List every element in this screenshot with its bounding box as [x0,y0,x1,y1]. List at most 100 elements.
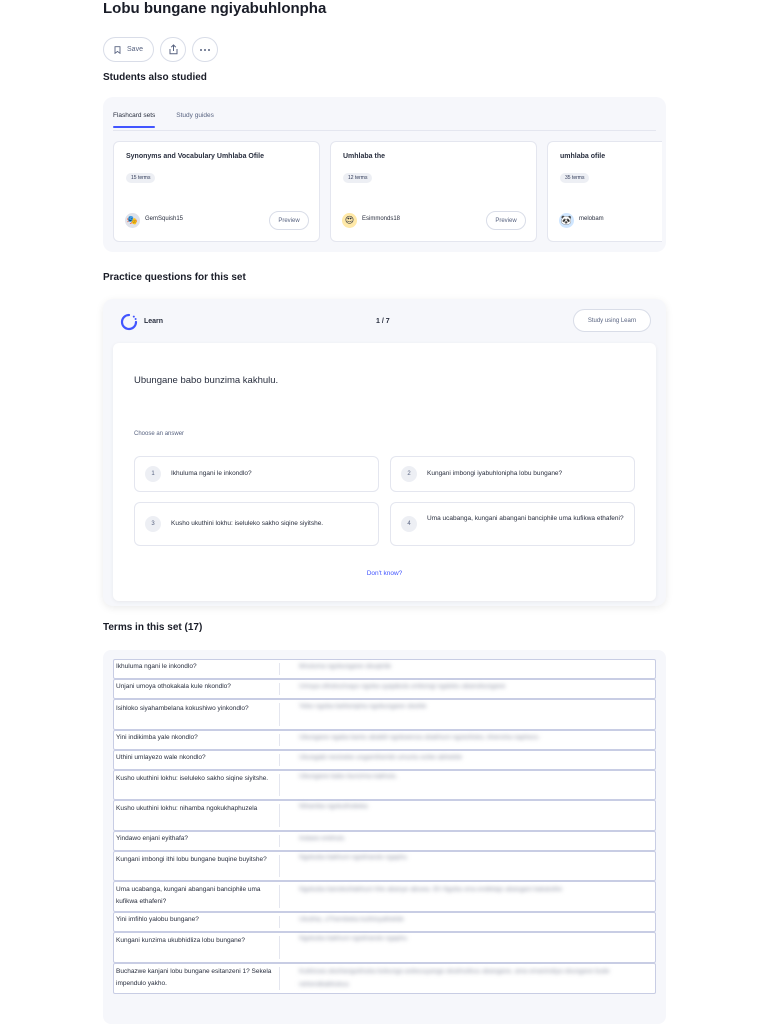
definition-text: Umoya othokozisayo ngoba uyajabula umbon… [299,683,506,690]
term-divider [279,967,280,990]
set-actions: Save [103,37,218,62]
term-text: Ikhuluma ngani le inkondlo? [116,663,197,670]
term-divider [279,663,280,675]
set-card[interactable]: Umhlaba the 12 terms 😍 Esimmonds18 Previ… [330,141,537,242]
term-text: Uthini umlayezo wale nkondlo? [116,754,206,761]
answer-option[interactable]: 4 Uma ucabanga, kungani abangani banciph… [390,502,635,546]
terms-count-badge: 35 terms [560,173,590,183]
dont-know-link[interactable]: Don't know? [113,570,656,577]
practice-questions-heading: Practice questions for this set [103,272,246,283]
term-divider [279,774,280,796]
term-text: Isihloko siyahambelana kokushiwo yinkond… [116,705,249,712]
term-row: Uma ucabanga, kungani abangani banciphil… [113,881,656,912]
term-row: Buchazwe kanjani lobu bungane esitanzeni… [113,963,656,994]
term-divider [279,703,280,726]
term-divider [279,754,280,766]
term-row: Kungani imbongi ithi lobu bungane buqine… [113,851,656,881]
term-text: Unjani umoya othokakala kule nkondlo? [116,683,231,690]
term-divider [279,916,280,928]
term-divider [279,835,280,847]
definition-text: Ngokuba bakhuni ngokhando ngaphu [299,935,408,942]
set-card[interactable]: Synonyms and Vocabulary Umhlaba Ofile 15… [113,141,320,242]
students-also-studied-panel: Flashcard sets Study guides Synonyms and… [103,97,666,252]
set-card-title: umhlaba ofile [560,153,606,160]
terms-heading: Terms in this set (17) [103,622,203,633]
answer-option[interactable]: 3 Kusho ukuthini lokhu: iseluleko sakho … [134,502,379,546]
set-card-row: Synonyms and Vocabulary Umhlaba Ofile 15… [113,141,662,242]
answer-text: Kungani imbongi iyabuhlonipha lobu bunga… [427,470,563,477]
term-row: Uthini umlayezo wale nkondlo? Ukungabi n… [113,750,656,770]
definition-text: Indawo enkhulu [299,835,345,842]
term-text: Kungani kunzima ukubhidliza lobu bungane… [116,937,246,944]
term-text: Kusho ukuthini lokhu: iseluleko sakho si… [116,775,269,782]
term-text: Yini imfihlo yalobu bungane? [116,916,199,923]
definition-text: Ngokuba bakhuni ngokhando ngaphu [299,854,408,861]
terms-count-badge: 12 terms [343,173,373,183]
term-row: Yini indikimba yale nkondlo? Ubungane ng… [113,730,656,750]
more-button[interactable] [192,37,218,62]
definition-text: Kubhcwa ubuhlangukhuba bobunga asilwuuya… [299,968,610,988]
practice-panel: Learn 1 / 7 Study using Learn Ubungane b… [103,299,666,606]
term-row: Kusho ukuthini lokhu: nihamba ngokukhaph… [113,800,656,831]
save-button[interactable]: Save [103,37,154,62]
more-icon [200,48,210,51]
definition-text: Ubungane babo bunzima kakhulu. [299,773,398,780]
answer-text: Ikhuluma ngani le inkondlo? [171,470,252,477]
author-name[interactable]: GemSquish15 [145,216,183,222]
answer-number: 1 [145,466,161,482]
term-row: Ikhuluma ngani le inkondlo? Ikhuluma ngo… [113,659,656,679]
share-button[interactable] [160,37,186,62]
term-divider [279,885,280,908]
study-using-learn-button[interactable]: Study using Learn [573,309,651,332]
students-also-studied-heading: Students also studied [103,72,207,83]
term-row: Isihloko siyahambelana kokushiwo yinkond… [113,699,656,730]
definition-text: Ukungabi nesineke ungamthembi umuntu ezi… [299,754,462,761]
preview-button[interactable]: Preview [486,211,526,230]
term-text: Buchazwe kanjani lobu bungane esitanzeni… [116,968,272,987]
term-text: Yini indikimba yale nkondlo? [116,734,198,741]
set-card[interactable]: umhlaba ofile 35 terms 🐼 melobam [547,141,662,242]
answer-number: 3 [145,516,161,532]
term-row: Yindawo enjani eyithafa? Indawo enkhulu [113,831,656,851]
definition-text: Ukuthia, uThembeka kuthinyathekile [299,916,404,923]
term-row: Kungani kunzima ukubhidliza lobu bungane… [113,932,656,963]
term-divider [279,936,280,959]
answer-option[interactable]: 1 Ikhuluma ngani le inkondlo? [134,456,379,492]
definition-text: Ikhuluma ngobungane obuqinile [299,663,392,670]
save-label: Save [127,46,143,53]
learn-icon [120,313,138,331]
avatar: 🐼 [559,213,574,228]
answer-text: Kusho ukuthini lokhu: iseluleko sakho si… [171,520,324,527]
studied-tabs: Flashcard sets Study guides [113,112,214,128]
term-row: Kusho ukuthini lokhu: iseluleko sakho si… [113,770,656,800]
term-text: Kusho ukuthini lokhu: nihamba ngokukhaph… [116,805,258,812]
preview-button[interactable]: Preview [269,211,309,230]
bookmark-icon [114,45,121,54]
set-card-title: Umhlaba the [343,153,386,160]
question-counter: 1 / 7 [376,318,390,325]
avatar: 🎭 [125,213,140,228]
question-card: Ubungane babo bunzima kakhulu. Choose an… [113,343,656,601]
term-text: Kungani imbongi ithi lobu bungane buqine… [116,856,267,863]
answer-number: 2 [401,466,417,482]
tabs-divider [113,130,656,131]
term-divider [279,804,280,827]
share-icon [169,44,177,55]
author-name[interactable]: Esimmonds18 [362,216,400,222]
tab-study-guides[interactable]: Study guides [176,112,214,126]
term-text: Uma ucabanga, kungani abangani banciphil… [116,886,261,905]
terms-count-badge: 15 terms [126,173,156,183]
author-name[interactable]: melobam [579,216,604,222]
answer-option[interactable]: 2 Kungani imbongi iyabuhlonipha lobu bun… [390,456,635,492]
terms-panel: Ikhuluma ngani le inkondlo? Ikhuluma ngo… [103,650,666,1024]
answer-text: Uma ucabanga, kungani abangani banciphil… [427,515,624,522]
learn-mode-label: Learn [144,318,164,325]
term-row: Yini imfihlo yalobu bungane? Ukuthia, uT… [113,912,656,932]
avatar: 😍 [342,213,357,228]
term-row: Unjani umoya othokakala kule nkondlo? Um… [113,679,656,699]
term-divider [279,734,280,746]
page-title: Lobu bungane ngiyabuhlonpha [103,0,327,17]
term-divider [279,683,280,695]
tab-flashcard-sets[interactable]: Flashcard sets [113,112,156,128]
choose-answer-label: Choose an answer [134,431,185,437]
